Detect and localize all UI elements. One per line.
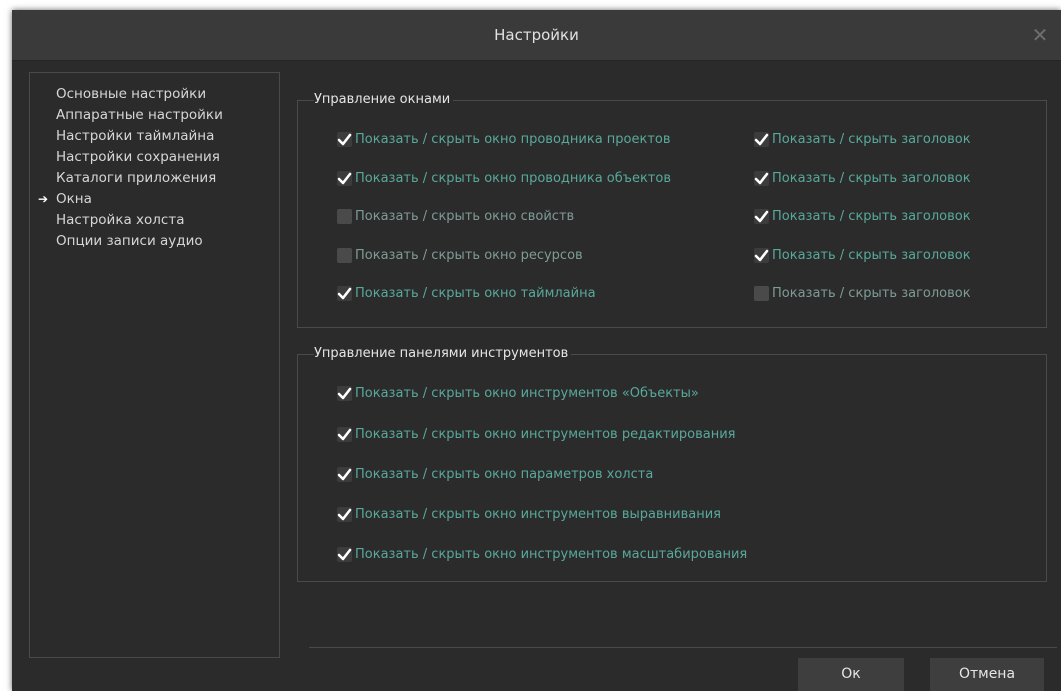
nav-item-general[interactable]: Основные настройки [56,83,206,105]
checkbox-checked-icon[interactable] [337,467,352,482]
checkbox-label: Показать / скрыть заголовок [772,171,971,186]
checkbox-checked-icon[interactable] [337,547,352,562]
checkbox-checked-icon[interactable] [754,132,769,147]
checkbox-label: Показать / скрыть окно инструментов выра… [355,507,721,522]
checkbox-checked-icon[interactable] [754,248,769,263]
checkbox-checked-icon[interactable] [337,286,352,301]
settings-category-list: Основные настройки Аппаратные настройки … [29,72,280,658]
checkbox-label: Показать / скрыть окно таймлайна [355,286,596,301]
checkbox-checked-icon[interactable] [337,427,352,442]
checkbox-unchecked-icon[interactable] [337,248,352,263]
checkbox-label: Показать / скрыть окно проводника проект… [355,132,671,147]
nav-item-app-folders[interactable]: Каталоги приложения [56,167,216,189]
checkbox-label: Показать / скрыть окно проводника объект… [355,171,671,186]
nav-item-hardware[interactable]: Аппаратные настройки [56,104,223,126]
checkbox-checked-icon[interactable] [337,132,352,147]
cancel-button[interactable]: Отмена [930,658,1044,691]
checkbox-label: Показать / скрыть окно инструментов масш… [355,547,748,562]
checkbox-checked-icon[interactable] [754,171,769,186]
checkbox-label: Показать / скрыть заголовок [772,286,971,301]
checkbox-checked-icon[interactable] [754,209,769,224]
checkbox-label: Показать / скрыть заголовок [772,248,971,263]
checkbox-label: Показать / скрыть окно параметров холста [355,467,654,482]
checkbox-checked-icon[interactable] [337,507,352,522]
ok-button[interactable]: Ок [798,658,904,691]
windows-group-title: Управление окнами [314,90,454,110]
checkbox-label: Показать / скрыть окно ресурсов [355,248,583,263]
close-icon[interactable]: ✕ [1029,24,1051,46]
title-bar: Настройки ✕ [12,10,1061,61]
checkbox-unchecked-icon[interactable] [754,286,769,301]
toolbars-group-title: Управление панелями инструментов [314,344,572,364]
footer-separator [309,647,1057,648]
checkbox-checked-icon[interactable] [337,171,352,186]
checkbox-label: Показать / скрыть окно инструментов реда… [355,427,736,442]
selected-arrow-icon: ➔ [38,192,49,206]
checkbox-label: Показать / скрыть заголовок [772,209,971,224]
settings-dialog: Настройки ✕ Основные настройки Аппаратны… [12,10,1061,691]
checkbox-unchecked-icon[interactable] [337,209,352,224]
nav-item-audio-recording[interactable]: Опции записи аудио [56,230,203,252]
checkbox-label: Показать / скрыть окно инструментов «Объ… [355,386,699,401]
nav-item-windows[interactable]: Окна [56,188,92,210]
checkbox-checked-icon[interactable] [337,386,352,401]
checkbox-label: Показать / скрыть заголовок [772,132,971,147]
nav-item-saving[interactable]: Настройки сохранения [56,146,220,168]
dialog-title: Настройки [494,26,579,44]
nav-item-timeline[interactable]: Настройки таймлайна [56,125,214,147]
nav-item-canvas[interactable]: Настройка холста [56,209,184,231]
checkbox-label: Показать / скрыть окно свойств [355,209,575,224]
